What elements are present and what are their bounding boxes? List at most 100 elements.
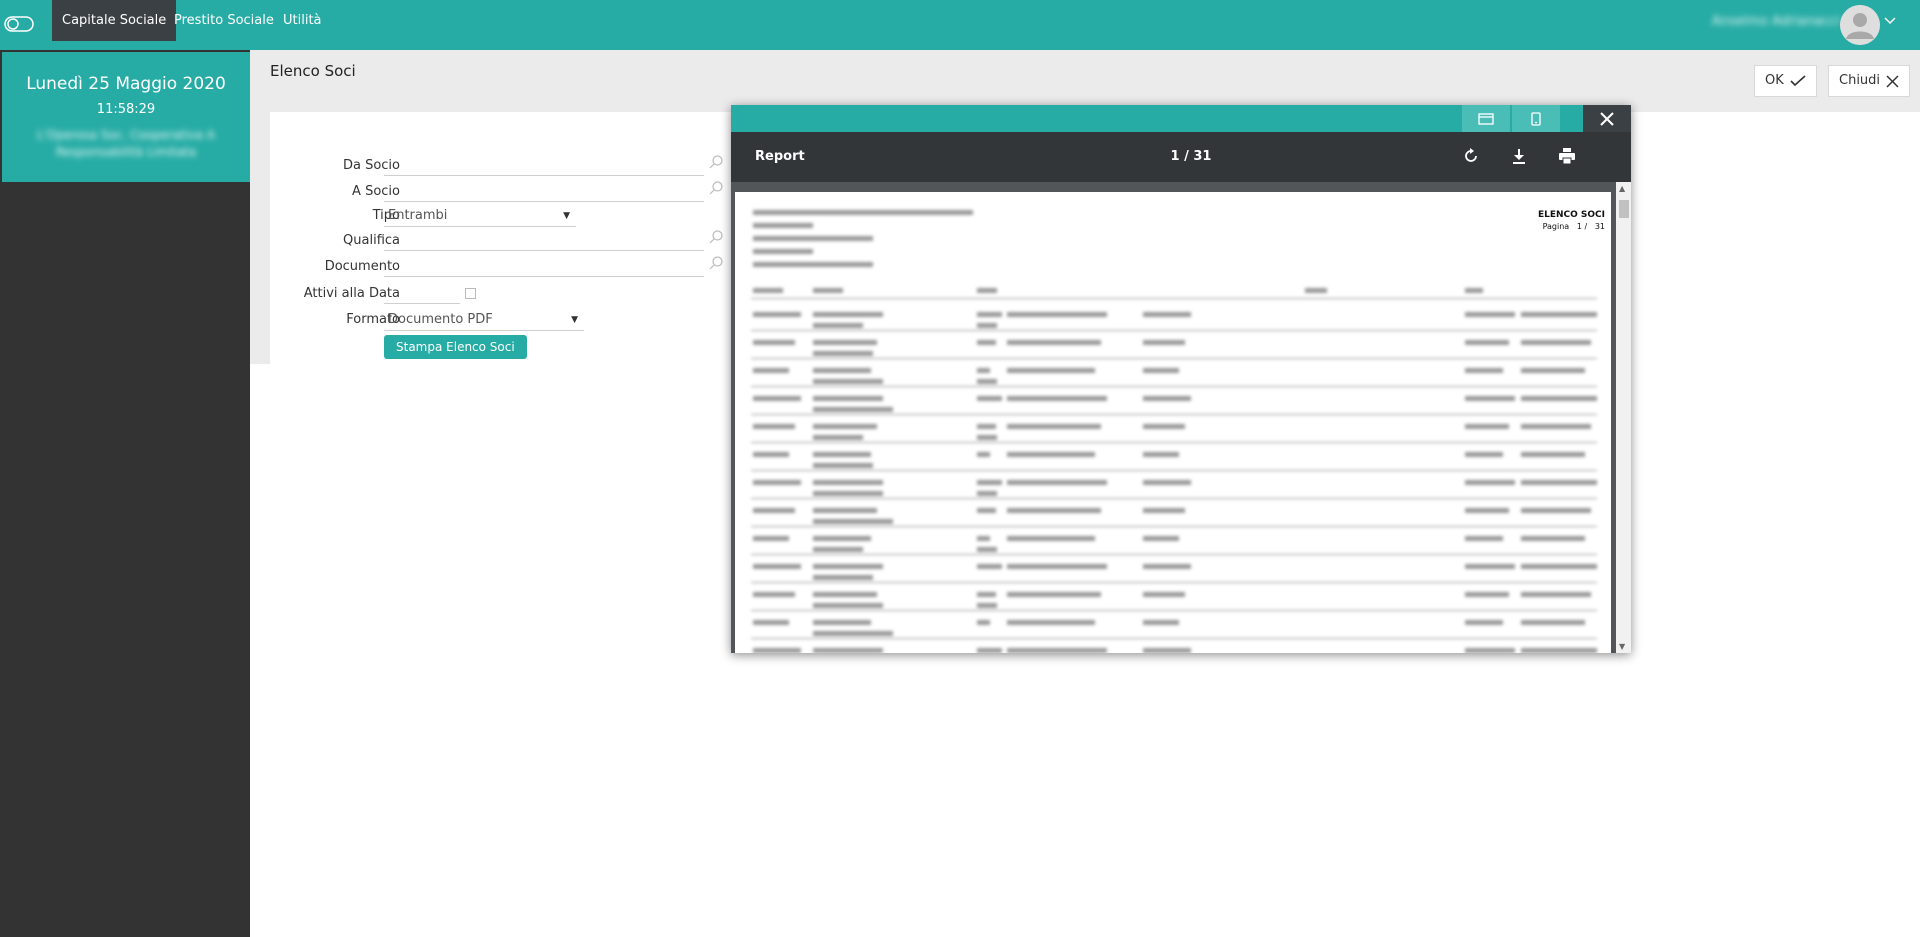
documento-label: Documento xyxy=(324,259,400,274)
pdf-text-line xyxy=(977,452,990,457)
pdf-text-line xyxy=(1521,508,1591,513)
pdf-text-line xyxy=(813,288,843,293)
nav-tab-utilita[interactable]: Utilità xyxy=(273,0,332,41)
pdf-text-line xyxy=(1007,592,1101,597)
report-title: Report xyxy=(755,149,805,164)
pdf-page-total: 31 xyxy=(1594,222,1605,231)
pdf-scrollbar[interactable]: ▲ ▼ xyxy=(1616,182,1631,653)
pdf-text-line xyxy=(977,288,997,293)
pdf-text-line xyxy=(1465,424,1509,429)
pdf-text-line xyxy=(753,312,801,317)
formato-label: Formato xyxy=(346,312,400,327)
pdf-text-line xyxy=(813,463,873,468)
pdf-text-line xyxy=(753,223,813,228)
user-avatar-icon[interactable] xyxy=(1840,5,1880,45)
pdf-text-line xyxy=(813,491,883,496)
pdf-text-line xyxy=(977,491,997,496)
pdf-text-line xyxy=(1521,592,1591,597)
scrollbar-thumb[interactable] xyxy=(1619,200,1629,218)
a-socio-input[interactable] xyxy=(384,184,704,202)
pdf-text-line xyxy=(813,508,877,513)
top-navbar: Capitale Sociale Prestito Sociale Utilit… xyxy=(0,0,1920,50)
pdf-text-line xyxy=(977,480,1002,485)
pdf-text-line xyxy=(813,424,877,429)
download-icon[interactable] xyxy=(1509,146,1529,166)
scroll-up-icon[interactable]: ▲ xyxy=(1619,184,1625,193)
pdf-text-line xyxy=(1007,396,1107,401)
pdf-row-separator xyxy=(751,414,1597,415)
pdf-viewer-toolbar: Report 1 / 31 xyxy=(731,132,1631,182)
dropdown-arrow-icon: ▼ xyxy=(571,315,578,325)
tipo-select[interactable]: Entrambi ▼ xyxy=(384,207,576,227)
pdf-text-line xyxy=(753,340,795,345)
pdf-text-line xyxy=(1007,452,1095,457)
mobile-icon xyxy=(1531,111,1541,126)
chevron-down-icon[interactable] xyxy=(1884,16,1896,26)
pdf-text-line xyxy=(813,312,883,317)
close-button[interactable]: Chiudi xyxy=(1828,65,1911,97)
pdf-row-separator xyxy=(751,526,1597,527)
pdf-text-line xyxy=(977,396,1002,401)
scroll-down-icon[interactable]: ▼ xyxy=(1619,642,1625,651)
qualifica-input[interactable] xyxy=(384,233,704,251)
ok-button[interactable]: OK xyxy=(1754,65,1817,97)
pdf-text-line xyxy=(1305,288,1327,293)
pdf-text-line xyxy=(1521,312,1597,317)
pdf-text-line xyxy=(977,323,997,328)
pdf-text-line xyxy=(813,351,873,356)
pdf-text-line xyxy=(1521,452,1585,457)
pdf-text-line xyxy=(977,536,990,541)
print-icon[interactable] xyxy=(1557,146,1577,166)
pdf-text-line xyxy=(977,379,997,384)
pdf-text-line xyxy=(1143,424,1185,429)
mobile-view-button[interactable] xyxy=(1512,105,1560,132)
pdf-text-line xyxy=(977,603,997,608)
pdf-row-separator xyxy=(751,582,1597,583)
pdf-text-line xyxy=(813,379,883,384)
stampa-elenco-soci-button[interactable]: Stampa Elenco Soci xyxy=(384,335,527,359)
pdf-text-line xyxy=(813,648,883,653)
pdf-row-separator xyxy=(751,298,1597,299)
page-title: Elenco Soci xyxy=(270,62,356,80)
a-socio-search-icon[interactable] xyxy=(708,180,724,196)
pdf-text-line xyxy=(1143,620,1179,625)
da-socio-input[interactable] xyxy=(384,158,704,176)
sidebar: Lunedì 25 Maggio 2020 11:58:29 L'Operosa… xyxy=(0,50,250,937)
pdf-text-line xyxy=(1521,396,1597,401)
pdf-text-line xyxy=(753,648,801,653)
dropdown-arrow-icon: ▼ xyxy=(563,211,570,221)
maximize-window-button[interactable] xyxy=(1462,105,1510,132)
a-socio-label: A Socio xyxy=(352,184,400,199)
attivi-alla-data-input[interactable] xyxy=(384,286,460,304)
nav-tab-prestito-sociale[interactable]: Prestito Sociale xyxy=(164,0,284,41)
attivi-alla-data-checkbox[interactable] xyxy=(465,288,476,299)
menu-toggle-icon[interactable] xyxy=(4,16,34,32)
window-icon xyxy=(1478,112,1494,125)
pdf-row-separator xyxy=(751,442,1597,443)
formato-select[interactable]: Documento PDF ▼ xyxy=(384,311,584,331)
page-header: Elenco Soci OK Chiudi xyxy=(250,50,1920,112)
close-button-label: Chiudi xyxy=(1839,73,1881,88)
qualifica-search-icon[interactable] xyxy=(708,229,724,245)
pdf-text-line xyxy=(1143,648,1191,653)
documento-search-icon[interactable] xyxy=(708,255,724,271)
pdf-row-separator xyxy=(751,358,1597,359)
pdf-viewer-body[interactable]: ELENCO SOCI Pagina 1 / 31 xyxy=(731,182,1616,653)
pdf-text-line xyxy=(753,288,783,293)
modal-close-button[interactable] xyxy=(1583,105,1631,132)
pdf-text-line xyxy=(813,519,893,524)
rotate-icon[interactable] xyxy=(1461,146,1481,166)
pdf-text-line xyxy=(813,396,883,401)
da-socio-search-icon[interactable] xyxy=(708,154,724,170)
pdf-text-line xyxy=(1007,536,1095,541)
check-icon xyxy=(1790,75,1806,87)
documento-input[interactable] xyxy=(384,259,704,277)
pdf-text-line xyxy=(1465,536,1503,541)
pdf-text-line xyxy=(753,236,873,241)
user-name[interactable]: Anselmo Adrianacci xyxy=(1712,14,1840,29)
current-time: 11:58:29 xyxy=(96,102,156,117)
pdf-row-separator xyxy=(751,386,1597,387)
pdf-text-line xyxy=(753,480,801,485)
pdf-text-line xyxy=(1143,368,1179,373)
nav-tab-capitale-sociale[interactable]: Capitale Sociale xyxy=(52,0,177,41)
